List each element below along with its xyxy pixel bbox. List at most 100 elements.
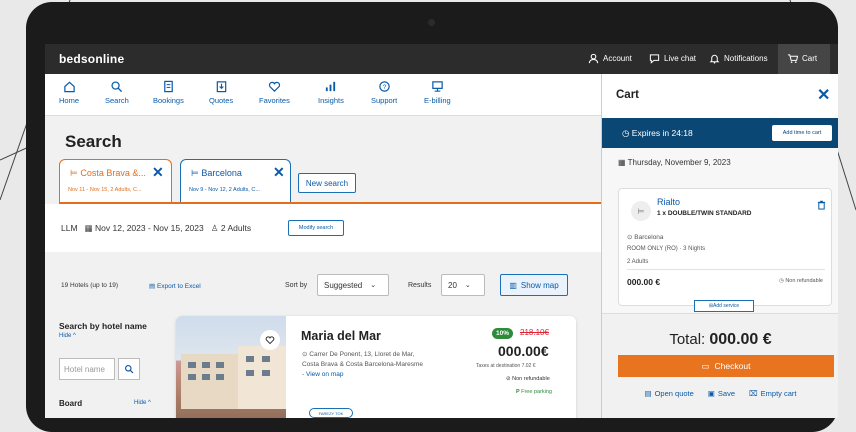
tab-subtitle: Nov 11 - Nov 15, 2 Adults, C... bbox=[68, 187, 142, 193]
results-select[interactable]: 20 ⌄ bbox=[441, 274, 485, 296]
cart-tab[interactable]: Cart bbox=[778, 44, 830, 74]
sort-value: Suggested bbox=[324, 280, 363, 290]
chevron-down-icon: ⌄ bbox=[370, 282, 377, 289]
search-tab-costa-brava[interactable]: ⊨ Costa Brava &... ✕ Nov 11 - Nov 15, 2 … bbox=[59, 159, 172, 203]
heart-icon bbox=[265, 336, 275, 345]
search-tab-barcelona[interactable]: ⊨ Barcelona ✕ Nov 9 - Nov 12, 2 Adults, … bbox=[180, 159, 291, 203]
close-icon[interactable]: ✕ bbox=[273, 164, 285, 181]
nav-search-label: Search bbox=[105, 96, 129, 105]
checkout-label: Checkout bbox=[714, 361, 751, 371]
chevron-down-icon: ⌄ bbox=[464, 282, 471, 289]
cart-timer-bar: ◷ Expires in 24:18 Add time to cart bbox=[602, 118, 838, 148]
old-price: 218.10€ bbox=[520, 328, 549, 337]
summary-dates: Nov 12, 2023 - Nov 15, 2023 bbox=[95, 223, 204, 233]
delete-item-button[interactable] bbox=[817, 197, 826, 215]
live-chat-label: Live chat bbox=[664, 54, 697, 63]
nav-home[interactable]: Home bbox=[59, 80, 79, 105]
cart-item-city: ⊙ Barcelona bbox=[627, 233, 664, 241]
cart-tab-inner: Cart bbox=[787, 53, 817, 64]
results-value: 20 bbox=[448, 280, 457, 290]
cart-item-room: 1 x DOUBLE/TWIN STANDARD bbox=[657, 210, 752, 217]
nav-insights[interactable]: Insights bbox=[318, 80, 344, 105]
nav-bookings[interactable]: Bookings bbox=[153, 80, 184, 105]
nav-quotes-label: Quotes bbox=[209, 96, 234, 105]
view-on-map-link[interactable]: View on map bbox=[306, 371, 343, 378]
notifications-label: Notifications bbox=[724, 54, 768, 63]
guests-icon: ♙ bbox=[210, 223, 219, 233]
save-button[interactable]: ▣ Save bbox=[708, 389, 735, 398]
cart-tab-label: Cart bbox=[802, 54, 818, 63]
document-icon: ▤ bbox=[149, 283, 157, 290]
parking-text: Free parking bbox=[521, 389, 552, 395]
summary-guests: 2 Adults bbox=[220, 223, 252, 233]
live-chat-link[interactable]: Live chat bbox=[649, 53, 696, 64]
hotel-card[interactable]: Maria del Mar ⊙ Carrer De Ponent, 13, Ll… bbox=[176, 316, 576, 418]
empty-cart-button[interactable]: ⌧ Empty cart bbox=[749, 389, 797, 398]
hotel-name[interactable]: Maria del Mar bbox=[301, 329, 381, 343]
cart-panel: Cart ✕ ◷ Expires in 24:18 Add time to ca… bbox=[601, 74, 838, 418]
sort-select[interactable]: Suggested ⌄ bbox=[317, 274, 389, 296]
tab-title: ⊨ Barcelona bbox=[191, 168, 242, 179]
cart-item-nonref-text: Non refundable bbox=[785, 278, 823, 284]
heart-icon bbox=[268, 81, 281, 92]
summary-code: LLM bbox=[61, 223, 78, 233]
calendar-icon: ▦ bbox=[84, 223, 93, 233]
chevron-up-icon: ^ bbox=[148, 400, 151, 406]
nav-search[interactable]: Search bbox=[105, 80, 129, 105]
cart-item-price: 000.00 € bbox=[627, 277, 661, 287]
nonrefundable-text: Non refundable bbox=[512, 376, 550, 382]
brand-logo[interactable]: bedsonline bbox=[59, 52, 124, 66]
nav-ebilling[interactable]: E-billing bbox=[424, 80, 451, 105]
cart-item-name[interactable]: Rialto bbox=[657, 197, 680, 207]
top-bar: bedsonline Account Live chat Notificatio… bbox=[45, 44, 838, 74]
cart-total: Total: 000.00 € bbox=[602, 331, 838, 349]
search-icon bbox=[125, 365, 134, 374]
add-time-button[interactable]: Add time to cart bbox=[772, 125, 832, 141]
bed-icon: ⊨ bbox=[631, 201, 651, 221]
checkout-button[interactable]: ▭ Checkout bbox=[618, 355, 834, 377]
close-icon[interactable]: ✕ bbox=[152, 164, 164, 181]
timer-text: ◷ Expires in 24:18 bbox=[622, 128, 693, 139]
trash-icon bbox=[817, 200, 826, 210]
cart-actions: ▤ Open quote ▣ Save ⌧ Empty cart bbox=[602, 389, 838, 398]
nav-favorites[interactable]: Favorites bbox=[259, 80, 290, 105]
add-service-label: Add service bbox=[713, 303, 740, 309]
notifications-link[interactable]: Notifications bbox=[709, 53, 768, 64]
open-quote-button[interactable]: ▤ Open quote bbox=[645, 389, 694, 398]
account-link[interactable]: Account bbox=[588, 53, 632, 64]
nonrefundable-note: ⊘ Non refundable bbox=[506, 376, 550, 382]
results-toolbar: 19 Hotels (up to 19) ▤ Export to Excel S… bbox=[45, 266, 601, 306]
account-label: Account bbox=[603, 54, 632, 63]
hotel-name-hide-toggle[interactable]: Hide ^ bbox=[59, 333, 76, 339]
tab-title: ⊨ Costa Brava &... bbox=[70, 168, 146, 179]
support-icon: ? bbox=[378, 81, 390, 92]
quote-icon: ▤ bbox=[644, 389, 652, 398]
board-hide-toggle[interactable]: Hide ^ bbox=[134, 400, 151, 406]
new-search-button[interactable]: New search bbox=[298, 173, 356, 193]
show-map-button[interactable]: ▥ Show map bbox=[500, 274, 568, 296]
hotel-name-input[interactable]: Hotel name bbox=[59, 358, 115, 380]
add-service-button[interactable]: ⊞ Add service bbox=[694, 300, 754, 312]
hotel-photo bbox=[176, 316, 286, 418]
nav-support[interactable]: ? Support bbox=[371, 80, 397, 105]
chevron-up-icon: ^ bbox=[73, 333, 76, 339]
modify-search-button[interactable]: Modify search bbox=[288, 220, 344, 236]
cart-footer: Total: 000.00 € ▭ Checkout ▤ Open quote ▣… bbox=[602, 313, 838, 418]
nav-quotes[interactable]: Quotes bbox=[209, 80, 233, 105]
hotel-name-search-button[interactable] bbox=[118, 358, 140, 380]
discount-badge: 10% bbox=[492, 328, 514, 339]
export-excel-link[interactable]: ▤ Export to Excel bbox=[149, 282, 201, 290]
chat-icon bbox=[649, 54, 660, 64]
total-value: 000.00 € bbox=[709, 331, 772, 348]
divider bbox=[627, 269, 825, 270]
nav-insights-label: Insights bbox=[318, 96, 344, 105]
hotel-price: 000.00€ bbox=[498, 343, 549, 359]
hotel-address: ⊙ Carrer De Ponent, 13, Lloret de Mar, C… bbox=[302, 350, 426, 379]
bed-icon: ⊨ bbox=[70, 168, 81, 178]
close-cart-icon[interactable]: ✕ bbox=[817, 85, 830, 105]
nav-ebilling-label: E-billing bbox=[424, 96, 451, 105]
favorite-button[interactable] bbox=[260, 330, 280, 350]
clock-icon: ◷ bbox=[622, 128, 632, 138]
show-map-label: Show map bbox=[520, 280, 559, 290]
board-filter-title: Board bbox=[59, 399, 83, 408]
